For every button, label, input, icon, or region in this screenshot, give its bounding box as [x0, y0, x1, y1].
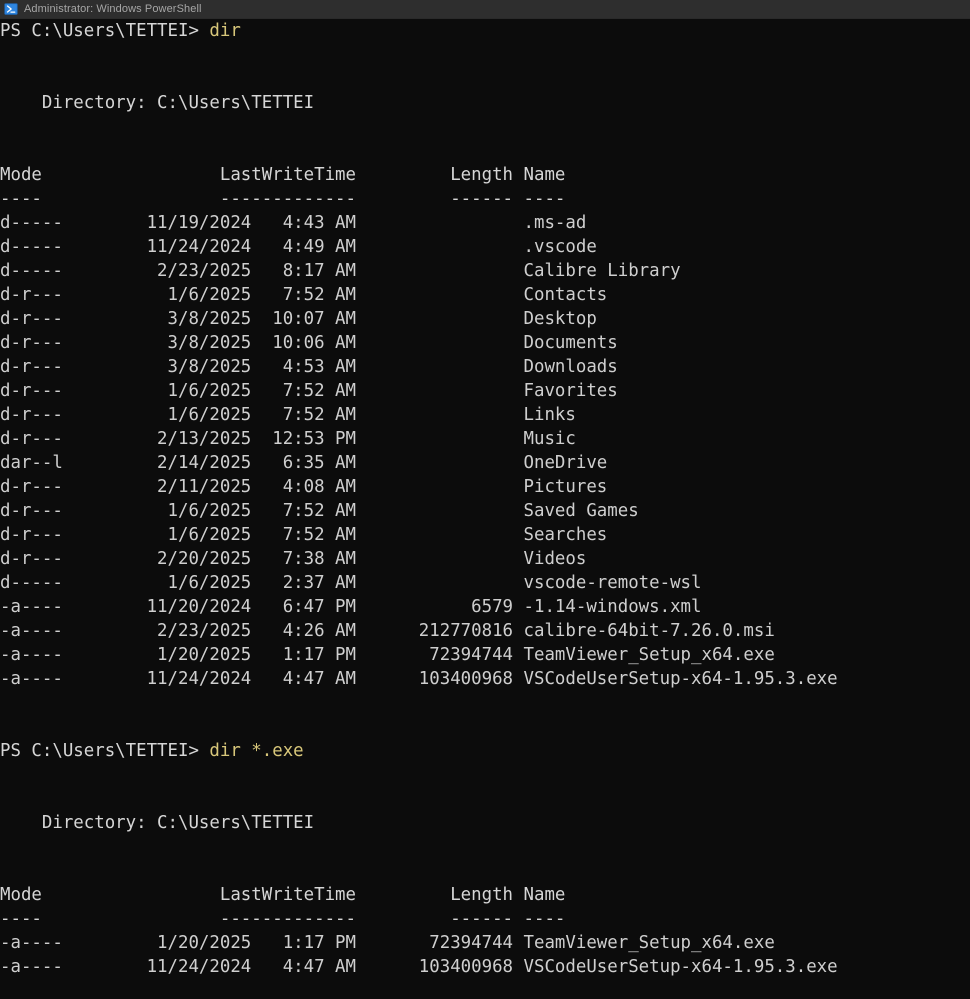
- table-row: d-r--- 1/6/2025 7:52 AM Contacts: [0, 285, 608, 305]
- prompt-path-1: PS C:\Users\TETTEI>: [0, 21, 199, 41]
- table-row: d-r--- 1/6/2025 7:52 AM Searches: [0, 525, 608, 545]
- table-row: -a---- 2/23/2025 4:26 AM 212770816 calib…: [0, 621, 775, 641]
- table-row: d-r--- 3/8/2025 4:53 AM Downloads: [0, 357, 618, 377]
- table-row: -a---- 1/20/2025 1:17 PM 72394744 TeamVi…: [0, 645, 775, 665]
- table-row: d----- 11/24/2024 4:49 AM .vscode: [0, 237, 597, 257]
- window-title: Administrator: Windows PowerShell: [24, 3, 202, 15]
- powershell-icon: [4, 3, 18, 15]
- table-row: d-r--- 3/8/2025 10:06 AM Documents: [0, 333, 618, 353]
- table-row: d-r--- 2/11/2025 4:08 AM Pictures: [0, 477, 608, 497]
- directory-label-1: Directory: C:\Users\TETTEI: [0, 93, 315, 113]
- command-input-2[interactable]: dir *.exe: [209, 741, 303, 761]
- table-row: d-r--- 1/6/2025 7:52 AM Favorites: [0, 381, 618, 401]
- table-header-1: Mode LastWriteTime Length Name: [0, 165, 566, 185]
- table-header-2: Mode LastWriteTime Length Name: [0, 885, 566, 905]
- table-row: d-r--- 3/8/2025 10:07 AM Desktop: [0, 309, 597, 329]
- command-spacer-2: [199, 741, 209, 761]
- table-row: dar--l 2/14/2025 6:35 AM OneDrive: [0, 453, 608, 473]
- table-row: -a---- 11/24/2024 4:47 AM 103400968 VSCo…: [0, 957, 838, 977]
- prompt-line-1[interactable]: PS C:\Users\TETTEI> dir: [0, 19, 970, 43]
- table-divider-2: ---- ------------- ------ ----: [0, 909, 566, 929]
- window-titlebar[interactable]: Administrator: Windows PowerShell: [0, 0, 970, 19]
- table-row: -a---- 11/20/2024 6:47 PM 6579 -1.14-win…: [0, 597, 702, 617]
- prompt-line-2[interactable]: PS C:\Users\TETTEI> dir *.exe: [0, 739, 970, 763]
- prompt-path-2: PS C:\Users\TETTEI>: [0, 741, 199, 761]
- table-row: d----- 2/23/2025 8:17 AM Calibre Library: [0, 261, 681, 281]
- directory-label-2: Directory: C:\Users\TETTEI: [0, 813, 315, 833]
- powershell-console[interactable]: PS C:\Users\TETTEI> dir Directory: C:\Us…: [0, 19, 970, 999]
- table-row: d----- 1/6/2025 2:37 AM vscode-remote-ws…: [0, 573, 702, 593]
- command-text-1: [199, 21, 209, 41]
- table-row: -a---- 11/24/2024 4:47 AM 103400968 VSCo…: [0, 669, 838, 689]
- table-row: d-r--- 1/6/2025 7:52 AM Links: [0, 405, 576, 425]
- table-divider-1: ---- ------------- ------ ----: [0, 189, 566, 209]
- table-row: d----- 11/19/2024 4:43 AM .ms-ad: [0, 213, 587, 233]
- table-row: d-r--- 1/6/2025 7:52 AM Saved Games: [0, 501, 639, 521]
- table-row: d-r--- 2/20/2025 7:38 AM Videos: [0, 549, 587, 569]
- table-row: d-r--- 2/13/2025 12:53 PM Music: [0, 429, 576, 449]
- command-input-1[interactable]: dir: [209, 21, 240, 41]
- table-row: -a---- 1/20/2025 1:17 PM 72394744 TeamVi…: [0, 933, 775, 953]
